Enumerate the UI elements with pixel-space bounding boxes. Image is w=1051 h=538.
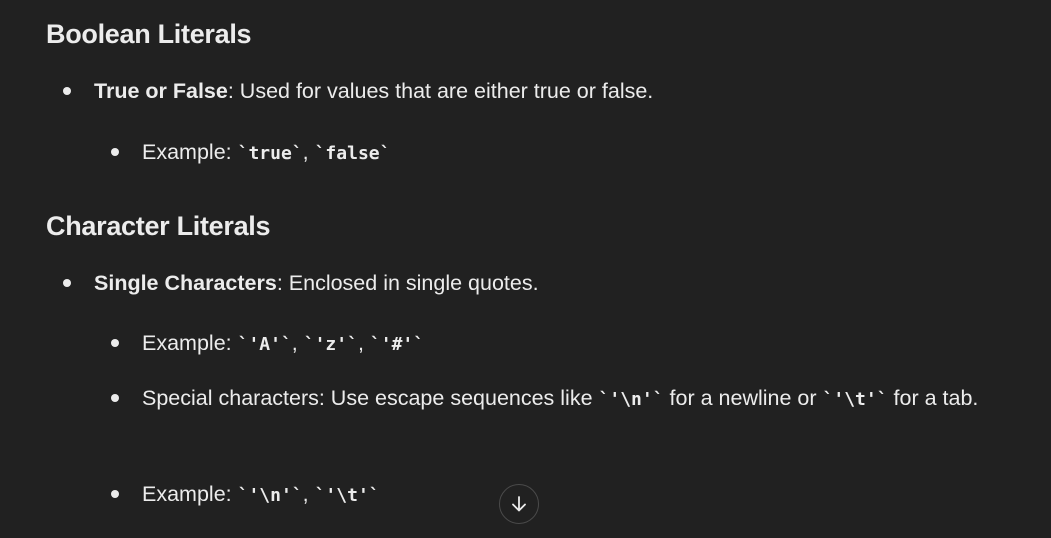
inline-code: `'A'` [237, 334, 292, 355]
bullet-icon [111, 339, 119, 347]
section-heading: Boolean Literals [46, 19, 252, 49]
list-item: Special characters: Use escape sequences… [111, 377, 1022, 421]
item-title: Single Characters [94, 271, 277, 295]
separator: , [357, 331, 370, 355]
arrow-down-icon [512, 496, 526, 512]
item-text: : Used for values that are either true o… [227, 79, 654, 103]
list-item: True or False: Used for values that are … [63, 70, 654, 112]
item-text: for a tab. [887, 386, 979, 410]
inline-code: `'\n'` [598, 389, 664, 410]
inline-code: `'z'` [303, 334, 358, 355]
bullet-icon [63, 279, 71, 287]
scroll-to-bottom-button[interactable] [499, 484, 539, 524]
separator: , [302, 140, 315, 164]
inline-code: `'\n'` [237, 485, 303, 506]
item-text: for a newline or [663, 386, 823, 410]
separator: , [302, 482, 315, 506]
separator: , [291, 331, 304, 355]
inline-code: `false` [314, 143, 391, 164]
list-item: Example: `'\n'`, `'\t'` [111, 473, 1022, 517]
bullet-icon [111, 394, 119, 402]
inline-code: `'\t'` [314, 485, 380, 506]
item-title: True or False [94, 79, 228, 103]
item-label: Example: [142, 140, 238, 164]
list-item: Example: `true`, `false` [111, 131, 1022, 175]
bullet-icon [111, 148, 119, 156]
item-label: Example: [142, 482, 238, 506]
inline-code: `true` [237, 143, 303, 164]
item-label: Special characters: Use escape sequences… [142, 386, 599, 410]
section-heading: Character Literals [46, 211, 271, 241]
bullet-icon [111, 490, 119, 498]
item-label: Example: [142, 331, 238, 355]
inline-code: `'#'` [369, 334, 425, 355]
bullet-icon [63, 87, 71, 95]
list-item: Single Characters: Enclosed in single qu… [63, 262, 539, 304]
item-text: : Enclosed in single quotes. [276, 271, 539, 295]
list-item: Example: `'A'`, `'z'`, `'#'` [111, 322, 1022, 366]
inline-code: `'\t'` [822, 389, 888, 410]
